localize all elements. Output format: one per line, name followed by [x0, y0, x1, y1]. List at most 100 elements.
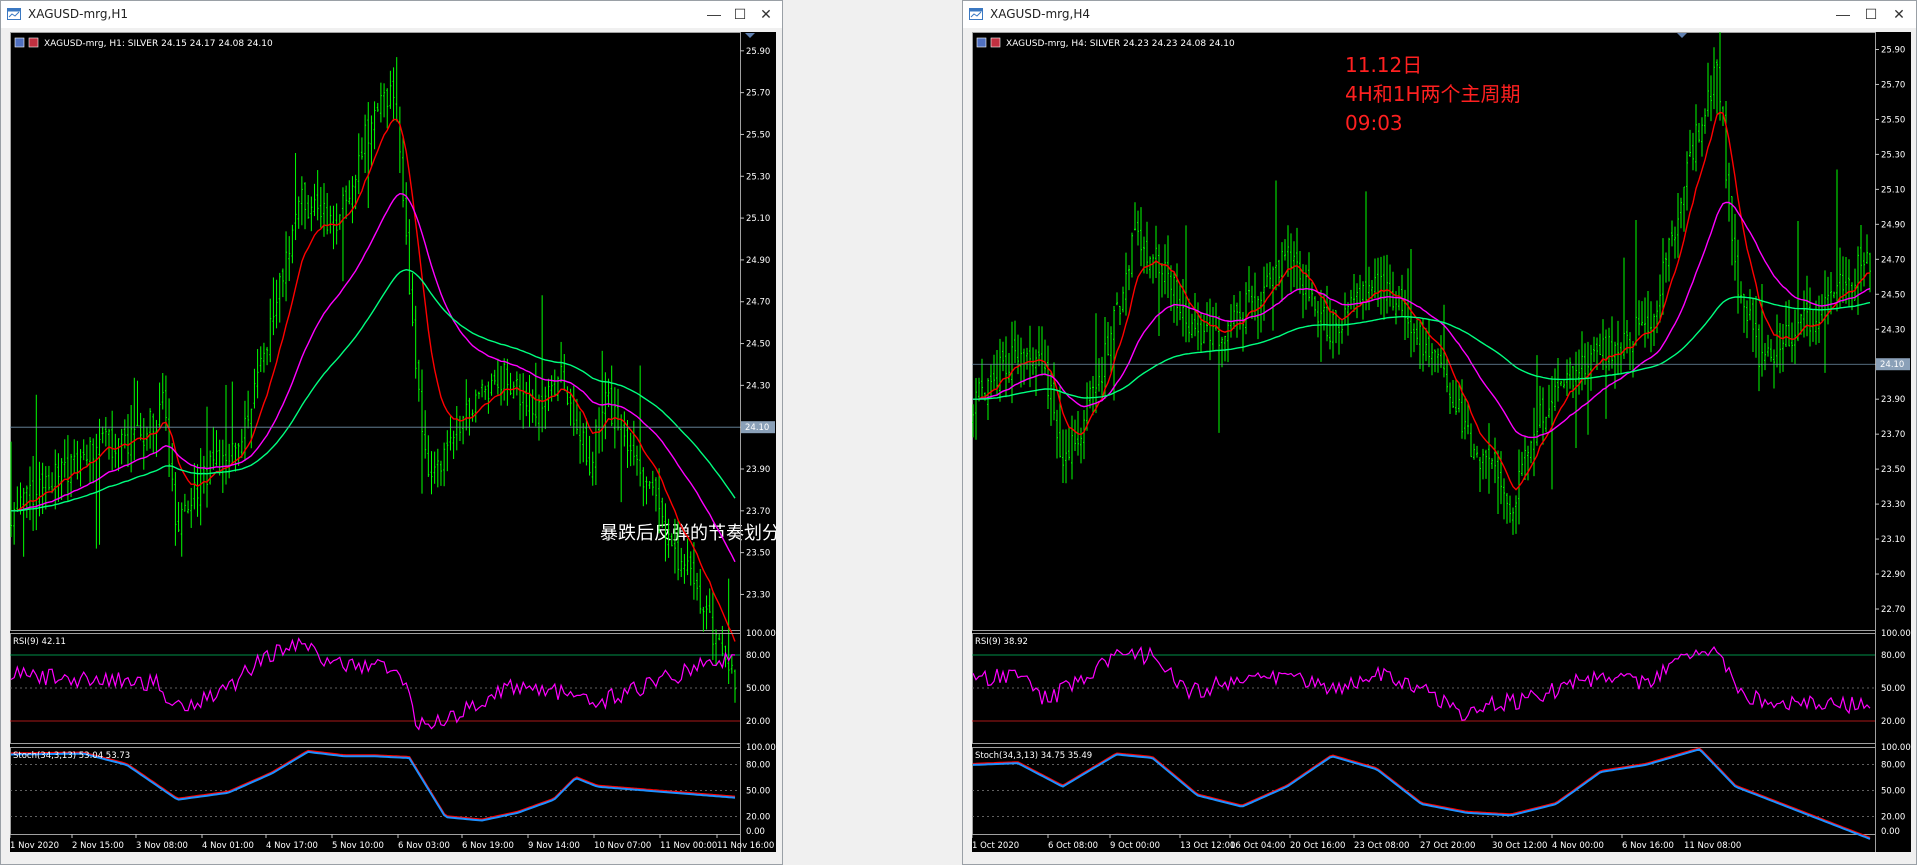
ma-green-line: [11, 268, 736, 512]
stoch-tick-label: 80.00: [746, 760, 770, 770]
rsi-tick-label: 100.00: [746, 629, 776, 639]
time-tick-label: 5 Nov 10:00: [332, 841, 384, 851]
chart-window-h4[interactable]: XAGUSD-mrg,H4 — ☐ ✕ XAGUSD-mrg, H4: SILV…: [962, 0, 1917, 865]
time-axis: 1 Nov 2020 2 Nov 15:00 3 Nov 08:00 4 Nov 01…: [10, 834, 774, 851]
price-tick-label: 24.30: [746, 381, 770, 391]
stoch-tick-label: 20.00: [1881, 813, 1905, 823]
price-tick-label: 25.10: [746, 214, 770, 224]
chart-area[interactable]: XAGUSD-mrg, H4: SILVER 24.23 24.23 24.08…: [972, 32, 1911, 852]
rsi-pane[interactable]: RSI(9) 38.92: [972, 633, 1876, 744]
close-button[interactable]: ✕: [753, 4, 779, 24]
stoch-signal-line: [11, 749, 736, 821]
minimize-button[interactable]: —: [1830, 4, 1856, 24]
rsi-tick-label: 50.00: [1881, 684, 1905, 694]
stoch-pane[interactable]: Stoch(34,3,13) 53.04 53.73: [10, 747, 741, 835]
price-tick-label: 24.30: [1881, 325, 1905, 335]
time-tick-label: 30 Oct 12:00: [1492, 841, 1547, 851]
stoch-main-line: [10, 750, 736, 822]
price-tick-label: 24.50: [746, 340, 770, 350]
time-tick-label: 4 Nov 00:00: [1552, 841, 1604, 851]
stoch-main-line: [972, 748, 1871, 840]
price-tick-label: 25.90: [746, 47, 770, 57]
candles: [10, 57, 736, 703]
price-tick-label: 23.10: [1881, 535, 1905, 545]
time-tick-label: 6 Oct 08:00: [1048, 841, 1098, 851]
time-tick-label: 4 Nov 01:00: [202, 841, 254, 851]
price-tick-label: 25.50: [746, 130, 770, 140]
close-button[interactable]: ✕: [1886, 4, 1912, 24]
maximize-button[interactable]: ☐: [727, 4, 753, 24]
annotation-line-3: 09:03: [1345, 111, 1403, 135]
price-tick-label: 23.90: [746, 465, 770, 475]
price-tick-label: 24.70: [746, 298, 770, 308]
rsi-pane-border: [972, 633, 1876, 744]
time-tick-label: 10 Nov 07:00: [594, 841, 651, 851]
stoch-label: Stoch(34,3,13) 53.04 53.73: [13, 751, 130, 761]
candles: [972, 32, 1871, 535]
rsi-line: [10, 637, 736, 731]
chart-window-icon: [969, 8, 983, 20]
scroll-marker-icon: [1677, 33, 1687, 38]
ma-red-line: [11, 118, 736, 642]
price-chart-h4[interactable]: XAGUSD-mrg, H4: SILVER 24.23 24.23 24.08…: [972, 32, 1911, 852]
minimize-button[interactable]: —: [701, 4, 727, 24]
time-tick-label: 1 Oct 2020: [972, 841, 1019, 851]
rsi-label: RSI(9) 38.92: [975, 637, 1028, 647]
price-tick-label: 24.50: [1881, 290, 1905, 300]
stoch-signal-line: [972, 747, 1871, 839]
stoch-tick-label: 100.00: [746, 743, 776, 753]
rsi-tick-label: 20.00: [746, 717, 770, 727]
rsi-tick-label: 100.00: [1881, 629, 1911, 639]
time-tick-label: 9 Nov 14:00: [528, 841, 580, 851]
price-pane[interactable]: [972, 32, 1876, 631]
rsi-line: [972, 646, 1871, 721]
price-chart-h1[interactable]: XAGUSD-mrg, H1: SILVER 24.15 24.17 24.08…: [10, 32, 776, 852]
time-tick-label: 1 Nov 2020: [10, 841, 59, 851]
ma-red-line: [973, 111, 1871, 491]
rsi-pane[interactable]: RSI(9) 42.11: [10, 633, 741, 744]
time-tick-label: 11 Nov 16:00: [717, 841, 774, 851]
time-tick-label: 13 Oct 12:00: [1180, 841, 1235, 851]
annotation-line-1: 11.12日: [1345, 53, 1422, 77]
title-bar[interactable]: XAGUSD-mrg,H4 — ☐ ✕: [963, 1, 1916, 28]
time-tick-label: 16 Oct 04:00: [1230, 841, 1285, 851]
rsi-tick-label: 50.00: [746, 684, 770, 694]
price-tick-label: 25.90: [1881, 45, 1905, 55]
current-price-label: 24.10: [745, 423, 769, 433]
chart-area[interactable]: XAGUSD-mrg, H1: SILVER 24.15 24.17 24.08…: [10, 32, 776, 852]
chart-info-text: XAGUSD-mrg, H1: SILVER 24.15 24.17 24.08…: [44, 39, 273, 49]
rsi-pane-border: [10, 633, 741, 744]
price-tick-label: 24.90: [746, 256, 770, 266]
stoch-tick-label: 20.00: [746, 813, 770, 823]
time-tick-label: 23 Oct 08:00: [1354, 841, 1409, 851]
window-title: XAGUSD-mrg,H1: [28, 7, 128, 21]
chart-window-h1[interactable]: XAGUSD-mrg,H1 — ☐ ✕ XAGUSD-mrg, H1: SILV…: [0, 0, 783, 865]
price-tick-label: 25.30: [1881, 150, 1905, 160]
rsi-tick-label: 80.00: [746, 651, 770, 661]
stoch-pane[interactable]: Stoch(34,3,13) 34.75 35.49: [972, 747, 1876, 840]
maximize-button[interactable]: ☐: [1858, 4, 1884, 24]
price-tick-label: 24.70: [1881, 255, 1905, 265]
price-tick-label: 25.70: [1881, 80, 1905, 90]
rsi-tick-label: 20.00: [1881, 717, 1905, 727]
time-tick-label: 6 Nov 03:00: [398, 841, 450, 851]
price-tick-label: 23.30: [746, 590, 770, 600]
price-tick-label: 24.90: [1881, 220, 1905, 230]
stoch-tick-label: 0.00: [746, 827, 765, 837]
price-tick-label: 23.50: [1881, 465, 1905, 475]
time-axis: 1 Oct 2020 6 Oct 08:00 9 Oct 00:00 13 Oct 1…: [972, 834, 1741, 851]
header-icons: [976, 37, 1001, 48]
time-tick-label: 6 Nov 19:00: [462, 841, 514, 851]
price-tick-label: 22.90: [1881, 570, 1905, 580]
price-tick-label: 25.70: [746, 89, 770, 99]
rsi-tick-label: 80.00: [1881, 651, 1905, 661]
price-tick-label: 23.70: [746, 507, 770, 517]
stoch-tick-label: 50.00: [1881, 787, 1905, 797]
title-bar[interactable]: XAGUSD-mrg,H1 — ☐ ✕: [1, 1, 782, 28]
price-pane[interactable]: [10, 32, 741, 703]
stoch-tick-label: 0.00: [1881, 827, 1900, 837]
price-tick-label: 23.90: [1881, 395, 1905, 405]
stoch-tick-label: 100.00: [1881, 743, 1911, 753]
annotation-line-2: 4H和1H两个主周期: [1345, 82, 1521, 106]
price-tick-label: 23.70: [1881, 430, 1905, 440]
